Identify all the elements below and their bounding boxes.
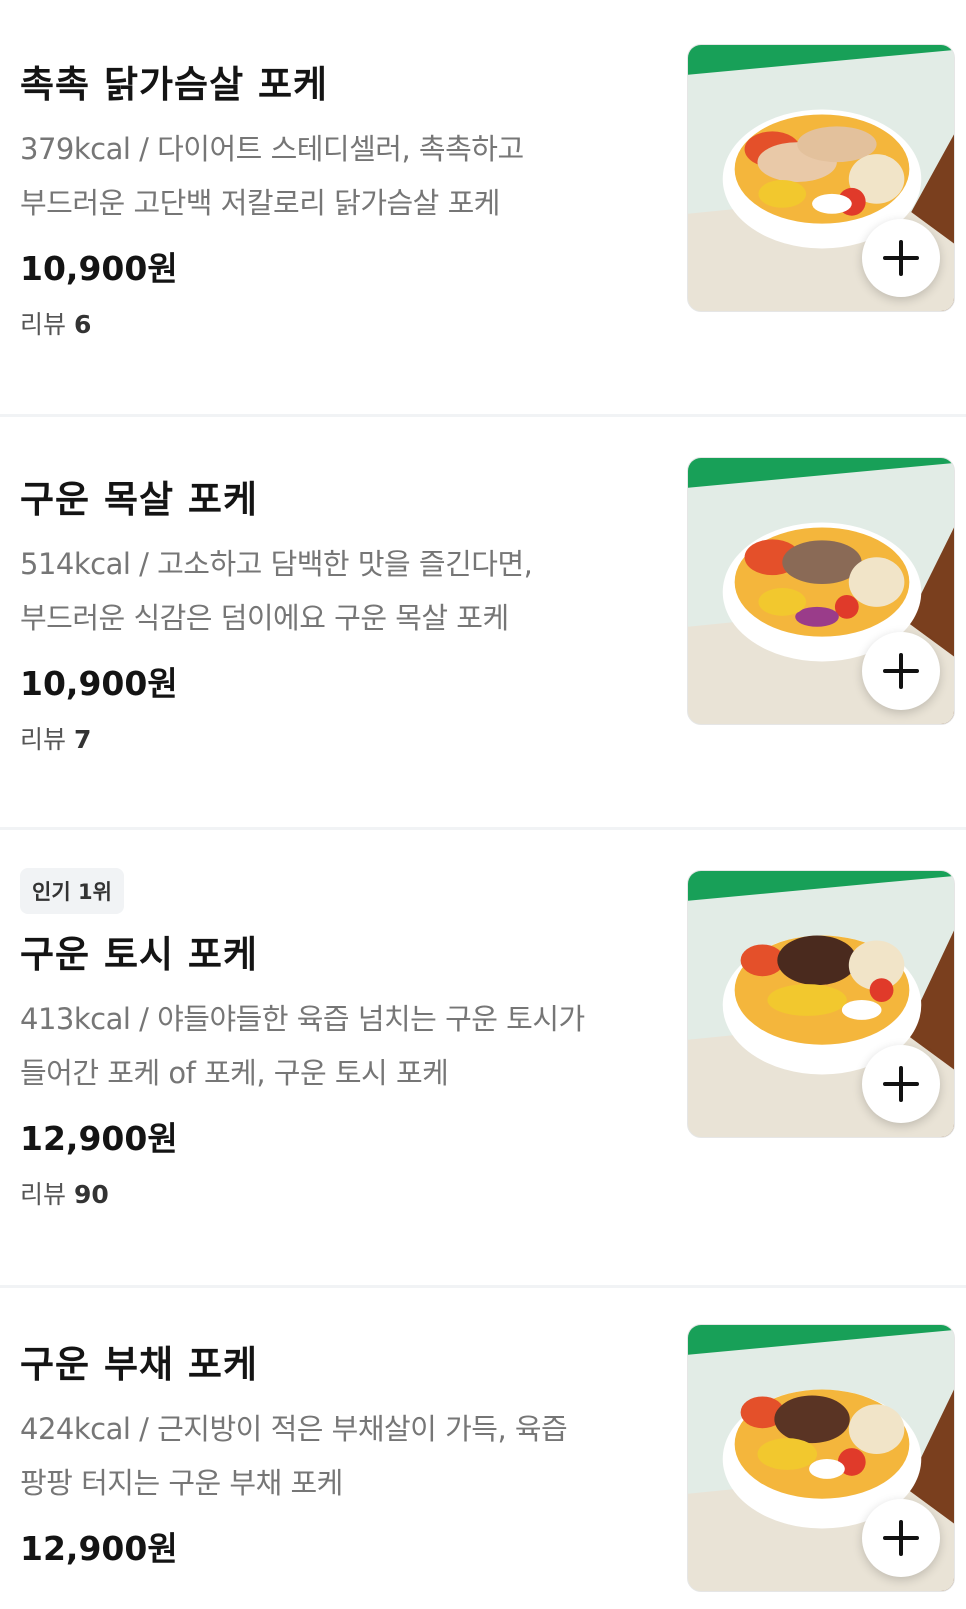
- menu-item-description-line: 413kcal / 야들야들한 육즙 넘치는 구운 토시가: [20, 1002, 585, 1036]
- plus-icon: [883, 1066, 919, 1102]
- menu-item[interactable]: 구운 부채 포케 424kcal / 근지방이 적은 부채살이 가득, 육즙 팡…: [0, 1288, 966, 1609]
- review-label: 리뷰: [20, 310, 67, 339]
- review-count: 90: [73, 1180, 109, 1209]
- menu-item-info[interactable]: 구운 목살 포케 514kcal / 고소하고 담백한 맛을 즐긴다면, 부드러…: [20, 475, 660, 757]
- menu-item-review[interactable]: 리뷰 7: [20, 723, 660, 757]
- menu-item-image[interactable]: [687, 870, 955, 1138]
- menu-item-info[interactable]: 촉촉 닭가슴살 포케 379kcal / 다이어트 스테디셀러, 촉촉하고 부드…: [20, 60, 660, 342]
- menu-item-description-line: 부드러운 식감은 덤이에요 구운 목살 포케: [20, 601, 509, 635]
- menu-item-price: 10,900원: [20, 664, 178, 703]
- menu-item-description-line: 424kcal / 근지방이 적은 부채살이 가득, 육즙: [20, 1412, 568, 1446]
- menu-item-review[interactable]: 리뷰 6: [20, 308, 660, 342]
- menu-item[interactable]: 인기 1위 구운 토시 포케 413kcal / 야들야들한 육즙 넘치는 구운…: [0, 830, 966, 1288]
- menu-item-review[interactable]: 리뷰 90: [20, 1178, 660, 1212]
- add-button[interactable]: [862, 219, 940, 297]
- menu-item-info[interactable]: 구운 부채 포케 424kcal / 근지방이 적은 부채살이 가득, 육즙 팡…: [20, 1340, 660, 1572]
- menu-item-description: 514kcal / 고소하고 담백한 맛을 즐긴다면, 부드러운 식감은 덤이에…: [20, 537, 660, 645]
- menu-item-description-line: 514kcal / 고소하고 담백한 맛을 즐긴다면,: [20, 547, 533, 581]
- menu-item-name: 구운 목살 포케: [20, 478, 259, 521]
- menu-item-info[interactable]: 인기 1위 구운 토시 포케 413kcal / 야들야들한 육즙 넘치는 구운…: [20, 868, 660, 1212]
- popular-badge: 인기 1위: [20, 868, 124, 914]
- review-label: 리뷰: [20, 725, 67, 754]
- menu-item[interactable]: 구운 목살 포케 514kcal / 고소하고 담백한 맛을 즐긴다면, 부드러…: [0, 417, 966, 830]
- menu-item[interactable]: 촉촉 닭가슴살 포케 379kcal / 다이어트 스테디셀러, 촉촉하고 부드…: [0, 0, 966, 417]
- add-button[interactable]: [862, 632, 940, 710]
- add-button[interactable]: [862, 1045, 940, 1123]
- menu-item-image[interactable]: [687, 457, 955, 725]
- menu-list: 촉촉 닭가슴살 포케 379kcal / 다이어트 스테디셀러, 촉촉하고 부드…: [0, 0, 966, 1609]
- menu-item-price: 12,900원: [20, 1119, 178, 1158]
- menu-item-description-line: 부드러운 고단백 저칼로리 닭가슴살 포케: [20, 186, 500, 220]
- menu-item-description-line: 팡팡 터지는 구운 부채 포케: [20, 1466, 343, 1500]
- menu-item-description: 379kcal / 다이어트 스테디셀러, 촉촉하고 부드러운 고단백 저칼로리…: [20, 122, 660, 230]
- plus-icon: [883, 1520, 919, 1556]
- review-count: 7: [73, 725, 92, 754]
- menu-item-description: 424kcal / 근지방이 적은 부채살이 가득, 육즙 팡팡 터지는 구운 …: [20, 1402, 660, 1510]
- menu-item-price: 12,900원: [20, 1529, 178, 1568]
- menu-item-name: 촉촉 닭가슴살 포케: [20, 63, 329, 106]
- add-button[interactable]: [862, 1499, 940, 1577]
- menu-item-image[interactable]: [687, 44, 955, 312]
- menu-item-image[interactable]: [687, 1324, 955, 1592]
- menu-item-name: 구운 부채 포케: [20, 1343, 259, 1386]
- plus-icon: [883, 653, 919, 689]
- menu-item-description-line: 379kcal / 다이어트 스테디셀러, 촉촉하고: [20, 132, 524, 166]
- menu-item-description: 413kcal / 야들야들한 육즙 넘치는 구운 토시가 들어간 포케 of …: [20, 992, 660, 1100]
- plus-icon: [883, 240, 919, 276]
- menu-item-description-line: 들어간 포케 of 포케, 구운 토시 포케: [20, 1056, 449, 1090]
- menu-item-price: 10,900원: [20, 249, 178, 288]
- review-count: 6: [73, 310, 92, 339]
- menu-item-name: 구운 토시 포케: [20, 933, 259, 976]
- review-label: 리뷰: [20, 1180, 67, 1209]
